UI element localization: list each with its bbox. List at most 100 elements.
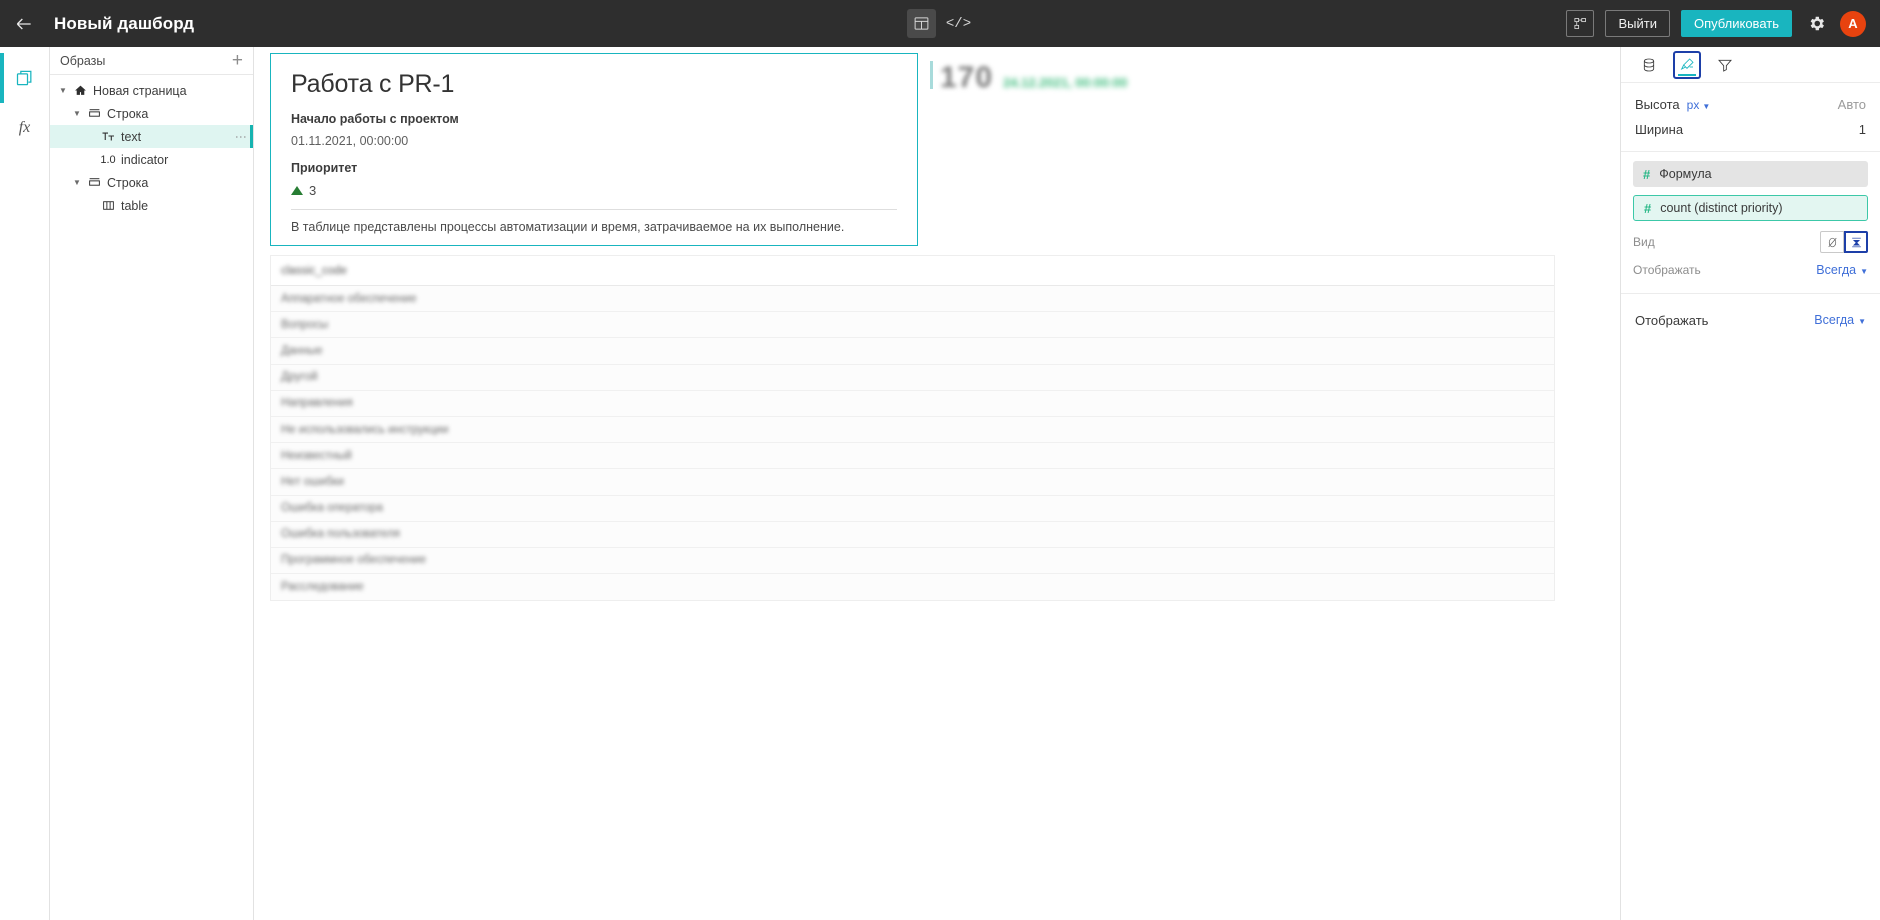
card-priority-row: 3 bbox=[291, 183, 897, 198]
tree-item-table[interactable]: ▼ table bbox=[50, 194, 253, 217]
indicator-line: 170 24.12.2021, 00:00:00 bbox=[940, 53, 1620, 95]
table-row[interactable]: Данные bbox=[271, 338, 1554, 365]
tree-item-row-2[interactable]: ▼ Строка bbox=[50, 171, 253, 194]
add-object-button[interactable]: + bbox=[232, 51, 243, 70]
home-icon bbox=[70, 84, 90, 97]
height-unit-dropdown[interactable]: px ▼ bbox=[1687, 98, 1711, 112]
layers-copy-icon bbox=[16, 70, 31, 86]
table-row[interactable]: Направления bbox=[271, 390, 1554, 417]
tab-filter[interactable] bbox=[1711, 51, 1739, 79]
no-format-icon bbox=[1827, 237, 1837, 247]
width-value[interactable]: 1 bbox=[1859, 122, 1866, 137]
display-value-2: Всегда bbox=[1814, 313, 1855, 327]
display-value-1: Всегда bbox=[1816, 263, 1857, 277]
table-cell: Направления bbox=[281, 397, 353, 410]
height-unit-value: px bbox=[1686, 97, 1700, 112]
display-dropdown-1[interactable]: Всегда ▼ bbox=[1816, 263, 1868, 277]
card-note: В таблице представлены процессы автомати… bbox=[291, 220, 845, 234]
back-button[interactable] bbox=[0, 0, 48, 47]
tree-item-text[interactable]: ▼ text ⋮ bbox=[50, 125, 253, 148]
measure-chip[interactable]: # count (distinct priority) bbox=[1633, 195, 1868, 221]
measure-chip-label: count (distinct priority) bbox=[1660, 201, 1783, 215]
formula-chip[interactable]: # Формула bbox=[1633, 161, 1868, 187]
tree-item-label: Строка bbox=[107, 106, 149, 121]
display-label-2: Отображать bbox=[1635, 312, 1709, 328]
top-bar: Новый дашборд </> Выйти Опубликовать A bbox=[0, 0, 1880, 47]
card-title: Работа с PR-1 bbox=[291, 70, 455, 98]
table-row[interactable]: Неизвестный bbox=[271, 443, 1554, 470]
triangle-up-icon bbox=[291, 186, 303, 195]
logout-button[interactable]: Выйти bbox=[1605, 10, 1670, 37]
rail-item-layers[interactable] bbox=[0, 53, 50, 103]
view-option-collapse[interactable] bbox=[1844, 231, 1868, 253]
chevron-down-icon: ▼ bbox=[1860, 267, 1868, 276]
collapse-icon bbox=[1851, 237, 1861, 247]
table-header-row: classic_code bbox=[271, 256, 1554, 286]
table-cell: Аппаратное обеспечение bbox=[281, 292, 417, 305]
code-brackets-icon: </> bbox=[945, 15, 972, 32]
row-icon bbox=[84, 107, 104, 120]
table-row[interactable]: Другой bbox=[271, 364, 1554, 391]
publish-button[interactable]: Опубликовать bbox=[1680, 10, 1792, 37]
body: fx Образы + ▼ Новая страница ▼ Строка te… bbox=[0, 47, 1880, 920]
arrow-left-icon bbox=[16, 18, 31, 29]
tree-list: ▼ Новая страница ▼ Строка text ⋮ 1.0 ind… bbox=[50, 75, 253, 217]
indicator-value: 170 bbox=[940, 61, 994, 94]
table-row[interactable]: Не использовались инструкции bbox=[271, 416, 1554, 444]
layout-panel-icon bbox=[914, 17, 929, 30]
height-label: Высота bbox=[1635, 97, 1680, 112]
chevron-down-icon: ▼ bbox=[1702, 101, 1711, 111]
tree-item-page[interactable]: ▼ Новая страница bbox=[50, 79, 253, 102]
chevron-down-icon[interactable]: ▼ bbox=[70, 178, 84, 187]
share-button[interactable] bbox=[1566, 10, 1595, 37]
card-priority-value: 3 bbox=[309, 183, 317, 198]
tree-item-label: text bbox=[121, 129, 142, 144]
tree-item-row-1[interactable]: ▼ Строка bbox=[50, 102, 253, 125]
tree-item-label: Новая страница bbox=[93, 83, 187, 98]
user-avatar[interactable]: A bbox=[1840, 10, 1866, 37]
tree-header-title: Образы bbox=[60, 53, 106, 68]
indicator-widget[interactable]: 170 24.12.2021, 00:00:00 bbox=[918, 53, 1620, 246]
rail-item-formula[interactable]: fx bbox=[0, 103, 50, 153]
table-cell: Расследование bbox=[281, 581, 364, 594]
row-icon bbox=[84, 176, 104, 189]
view-option-none[interactable] bbox=[1820, 231, 1844, 253]
code-view-button[interactable]: </> bbox=[944, 9, 973, 38]
view-label: Вид bbox=[1633, 235, 1655, 249]
tree-item-indicator[interactable]: ▼ 1.0 indicator bbox=[50, 148, 253, 171]
tab-data[interactable] bbox=[1635, 51, 1663, 79]
tree-item-menu-icon[interactable]: ⋮ bbox=[234, 131, 248, 143]
table-widget[interactable]: classic_code Аппаратное обеспечение Вопр… bbox=[270, 255, 1555, 602]
table-cell: Другой bbox=[281, 371, 318, 384]
text-icon bbox=[98, 130, 118, 143]
objects-tree-panel: Образы + ▼ Новая страница ▼ Строка text … bbox=[50, 47, 254, 920]
chevron-down-icon[interactable]: ▼ bbox=[56, 86, 70, 95]
canvas-row-1: Работа с PR-1 Начало работы с проектом 0… bbox=[270, 53, 1620, 246]
height-value[interactable]: Авто bbox=[1838, 97, 1866, 112]
dashboard-app: Новый дашборд </> Выйти Опубликовать A f… bbox=[0, 0, 1880, 920]
table-row[interactable]: Нет ошибки bbox=[271, 469, 1554, 496]
tree-item-label: indicator bbox=[121, 152, 169, 167]
chevron-down-icon[interactable]: ▼ bbox=[70, 109, 84, 118]
display-dropdown-2[interactable]: Всегда ▼ bbox=[1814, 313, 1866, 327]
dashboard-canvas: Работа с PR-1 Начало работы с проектом 0… bbox=[254, 47, 1620, 920]
text-widget-card[interactable]: Работа с PR-1 Начало работы с проектом 0… bbox=[270, 53, 918, 246]
card-subtitle: Начало работы с проектом bbox=[291, 112, 459, 126]
view-segmented-control bbox=[1820, 231, 1868, 253]
table-row[interactable]: Программное обеспечение bbox=[271, 547, 1554, 575]
table-row[interactable]: Аппаратное обеспечение bbox=[271, 286, 1554, 313]
width-row: Ширина 1 bbox=[1635, 117, 1866, 142]
table-row[interactable]: Вопросы bbox=[271, 312, 1554, 339]
tab-style[interactable] bbox=[1673, 50, 1701, 79]
gear-icon bbox=[1810, 16, 1824, 31]
indicator-accent-bar bbox=[930, 61, 933, 89]
tree-header: Образы + bbox=[50, 47, 253, 75]
table-row[interactable]: Расследование bbox=[271, 574, 1554, 601]
properties-tabs bbox=[1621, 47, 1880, 83]
hash-icon: # bbox=[1644, 200, 1652, 216]
table-row[interactable]: Ошибка оператора bbox=[271, 495, 1554, 522]
settings-button[interactable] bbox=[1803, 11, 1829, 37]
layout-view-button[interactable] bbox=[907, 9, 936, 38]
tree-item-label: table bbox=[121, 198, 149, 213]
table-row[interactable]: Ошибка пользователя bbox=[271, 521, 1554, 548]
